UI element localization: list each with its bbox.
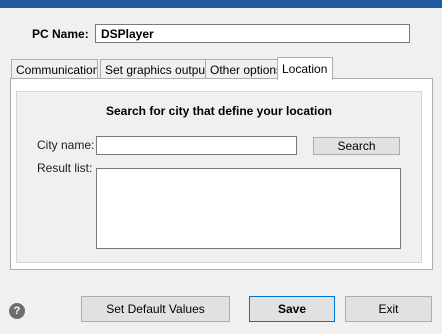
tab-communications[interactable]: Communications xyxy=(11,59,98,78)
window-title-bar xyxy=(0,0,442,8)
question-icon[interactable]: ? xyxy=(9,303,25,319)
set-default-values-button[interactable]: Set Default Values xyxy=(81,296,230,322)
tab-other-options[interactable]: Other options xyxy=(205,59,278,78)
city-name-input[interactable] xyxy=(96,136,297,155)
result-list-label: Result list: xyxy=(37,161,93,175)
pc-name-field[interactable]: DSPlayer xyxy=(95,24,410,43)
result-list[interactable] xyxy=(96,168,401,249)
search-button[interactable]: Search xyxy=(313,137,400,155)
search-title: Search for city that define your locatio… xyxy=(105,104,333,118)
exit-button[interactable]: Exit xyxy=(345,296,432,322)
city-name-label: City name: xyxy=(37,138,95,152)
pc-name-label: PC Name: xyxy=(32,27,89,41)
tab-location[interactable]: Location xyxy=(277,57,333,80)
save-button[interactable]: Save xyxy=(249,296,335,322)
tab-set-graphics-output[interactable]: Set graphics output xyxy=(100,59,214,78)
